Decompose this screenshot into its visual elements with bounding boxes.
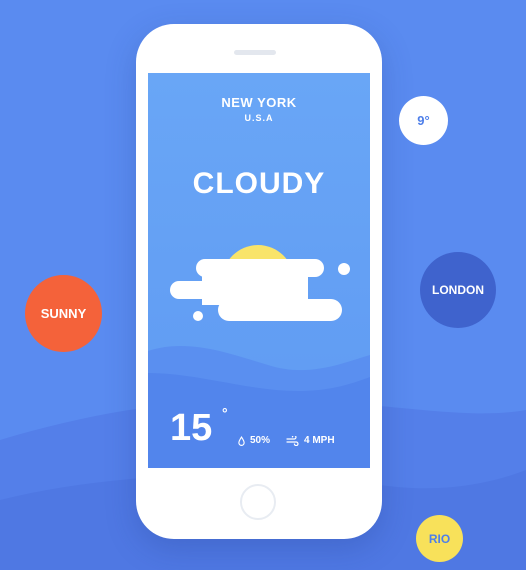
phone-speaker: [234, 50, 276, 55]
wind-value: 4 MPH: [304, 435, 335, 446]
weather-condition: CLOUDY: [192, 167, 326, 200]
home-button[interactable]: [240, 484, 276, 520]
temperature-degree: °: [222, 405, 228, 421]
country-name: U.S.A: [244, 113, 274, 123]
sunny-bubble[interactable]: SUNNY: [25, 275, 102, 352]
cloud-icon: [170, 259, 350, 321]
humidity-value: 50%: [250, 435, 271, 446]
temperature-bubble[interactable]: 9°: [399, 96, 448, 145]
wind-icon: [286, 435, 299, 446]
london-label: LONDON: [432, 283, 484, 297]
weather-screen: NEW YORK U.S.A CLOUDY 15 ° 50% 4 MPH: [148, 73, 370, 468]
rio-label: RIO: [428, 531, 451, 546]
droplet-icon: [238, 435, 245, 446]
wind-stat: 4 MPH: [286, 435, 335, 446]
city-name: NEW YORK: [221, 95, 297, 110]
temperature-bubble-label: 9°: [417, 113, 430, 128]
london-bubble[interactable]: LONDON: [420, 252, 496, 328]
temperature-value: 15: [170, 407, 213, 449]
humidity-stat: 50%: [238, 435, 270, 446]
sunny-label: SUNNY: [40, 306, 87, 321]
phone-mockup: NEW YORK U.S.A CLOUDY 15 ° 50% 4 MPH: [136, 24, 382, 539]
rio-bubble[interactable]: RIO: [416, 515, 463, 562]
